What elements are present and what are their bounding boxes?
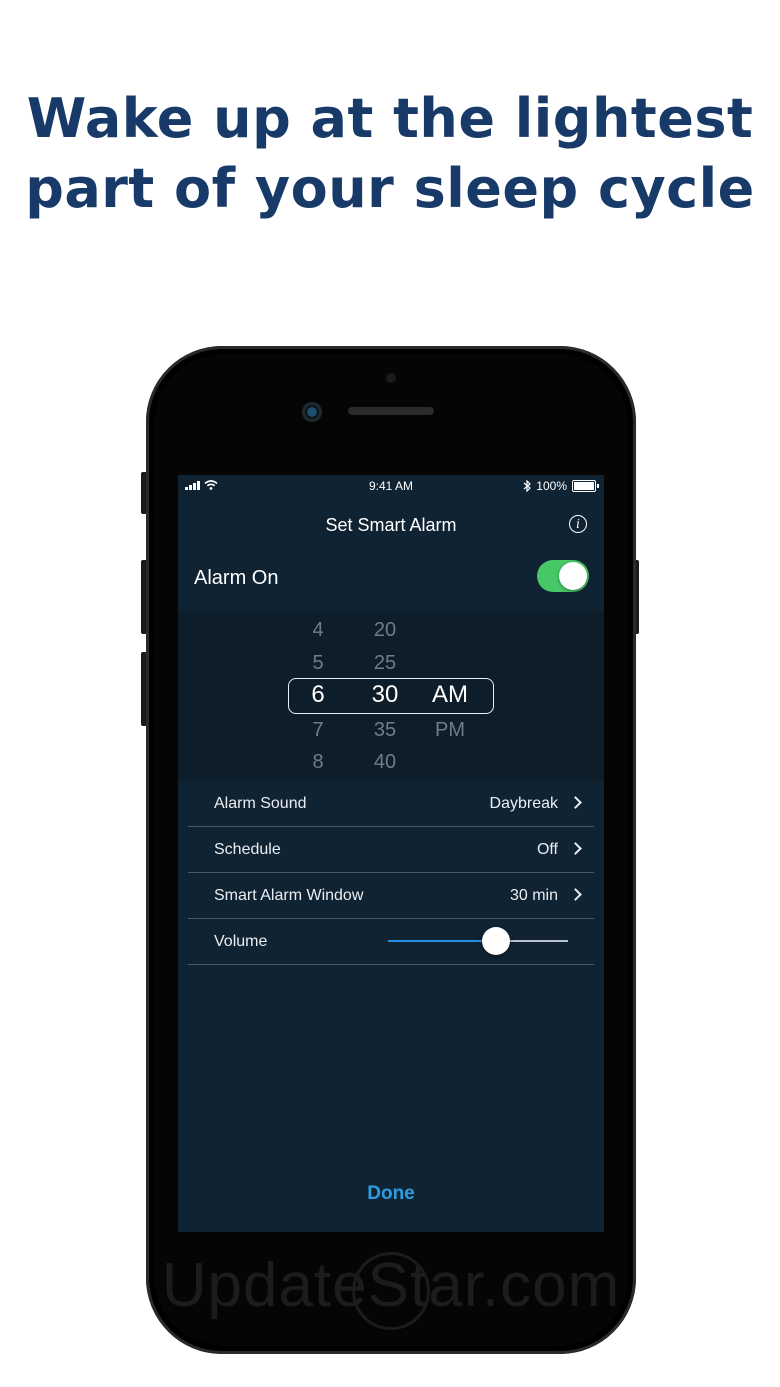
toggle-knob (559, 562, 587, 590)
time-picker[interactable]: 4 5 6 7 8 20 25 30 35 40 AM PM (178, 611, 604, 781)
settings-list: Alarm Sound Daybreak Schedule Off Smart … (178, 781, 604, 965)
earpiece-speaker (348, 407, 434, 415)
picker-period[interactable]: PM (420, 718, 480, 742)
picker-minute[interactable]: 35 (355, 718, 415, 742)
picker-hour-selected[interactable]: 6 (288, 683, 348, 707)
setting-schedule[interactable]: Schedule Off (188, 827, 594, 873)
chevron-right-icon (569, 842, 582, 855)
setting-volume: Volume (188, 919, 594, 965)
picker-hour[interactable]: 8 (288, 750, 348, 774)
battery-percent: 100% (536, 479, 567, 493)
headline-line-2: part of your sleep cycle (25, 157, 755, 220)
setting-label: Smart Alarm Window (214, 887, 364, 904)
page-title: Set Smart Alarm (325, 515, 457, 535)
setting-value: Daybreak (489, 795, 558, 812)
nav-bar: Set Smart Alarm i (178, 501, 604, 547)
volume-thumb[interactable] (482, 927, 510, 955)
setting-label: Alarm Sound (214, 795, 307, 812)
proximity-sensor (386, 373, 396, 383)
app-screen: 9:41 AM 100% Set Smart Alarm i Alarm On … (178, 475, 604, 1232)
picker-minute-selected[interactable]: 30 (355, 683, 415, 707)
headline-line-1: Wake up at the lightest (26, 87, 754, 150)
volume-slider[interactable] (388, 927, 568, 955)
info-icon[interactable]: i (569, 515, 587, 533)
picker-minute[interactable]: 20 (355, 618, 415, 642)
setting-value: Off (536, 841, 558, 858)
setting-smart-alarm-window[interactable]: Smart Alarm Window 30 min (188, 873, 594, 919)
volume-fill (388, 940, 496, 942)
setting-value: 30 min (509, 887, 558, 904)
picker-hour[interactable]: 5 (288, 651, 348, 675)
battery-icon (572, 480, 599, 492)
chevron-right-icon (569, 888, 582, 901)
status-right: 100% (523, 479, 599, 493)
alarm-on-label: Alarm On (194, 567, 279, 589)
status-bar: 9:41 AM 100% (178, 475, 604, 497)
alarm-toggle[interactable] (537, 560, 589, 592)
picker-minute[interactable]: 40 (355, 750, 415, 774)
picker-hour[interactable]: 4 (288, 618, 348, 642)
front-camera-icon (302, 402, 322, 422)
bluetooth-icon (523, 480, 532, 492)
setting-alarm-sound[interactable]: Alarm Sound Daybreak (188, 781, 594, 827)
setting-label: Schedule (214, 841, 281, 858)
watermark: UpdateStar.com (161, 1251, 621, 1320)
chevron-right-icon (569, 796, 582, 809)
alarm-toggle-row: Alarm On (178, 551, 604, 611)
done-button[interactable]: Done (178, 1183, 604, 1205)
picker-period-selected[interactable]: AM (420, 683, 480, 707)
headline: Wake up at the lightest part of your sle… (0, 84, 780, 224)
volume-label: Volume (214, 933, 268, 950)
picker-minute[interactable]: 25 (355, 651, 415, 675)
picker-hour[interactable]: 7 (288, 718, 348, 742)
